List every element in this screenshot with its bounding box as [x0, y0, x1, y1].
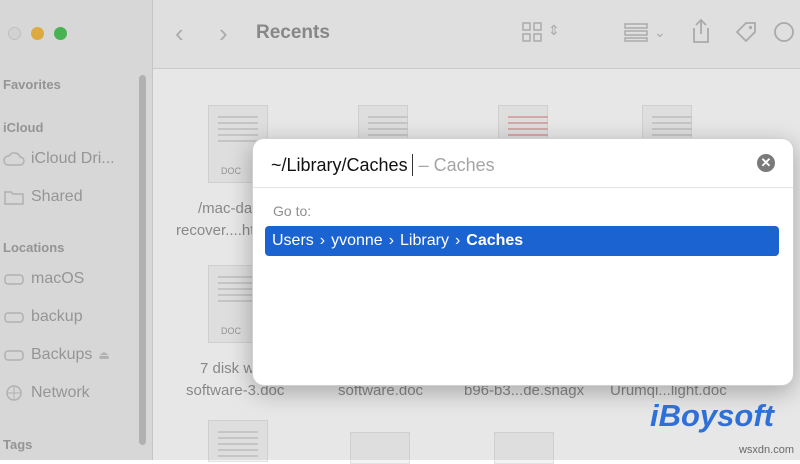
site-watermark: wsxdn.com	[738, 444, 794, 456]
path-field[interactable]: ~/Library/Caches – Caches	[271, 153, 495, 177]
path-separator-icon: ›	[454, 232, 461, 249]
close-icon: ✕	[760, 155, 772, 170]
path-segment: Library	[400, 232, 449, 249]
path-segment-current: Caches	[466, 232, 524, 249]
clear-path-button[interactable]: ✕	[757, 154, 775, 172]
go-to-label: Go to:	[273, 203, 312, 219]
path-input-text[interactable]: ~/Library/Caches	[271, 155, 408, 176]
path-suggestion-row[interactable]: Users › yvonne › Library › Caches	[265, 226, 779, 256]
completion-hint: – Caches	[418, 154, 495, 175]
path-separator-icon: ›	[388, 232, 395, 249]
go-to-folder-dialog: ~/Library/Caches – Caches ✕ Go to: Users…	[252, 138, 794, 386]
finder-window: Favorites iCloud iCloud Dri... Shared Lo…	[0, 0, 800, 464]
brand-watermark: iBoysoft	[650, 398, 774, 433]
path-separator-icon: ›	[319, 232, 326, 249]
path-segment: yvonne	[331, 232, 383, 249]
dialog-divider	[253, 187, 793, 188]
path-segment: Users	[272, 232, 314, 249]
text-caret	[411, 154, 413, 176]
